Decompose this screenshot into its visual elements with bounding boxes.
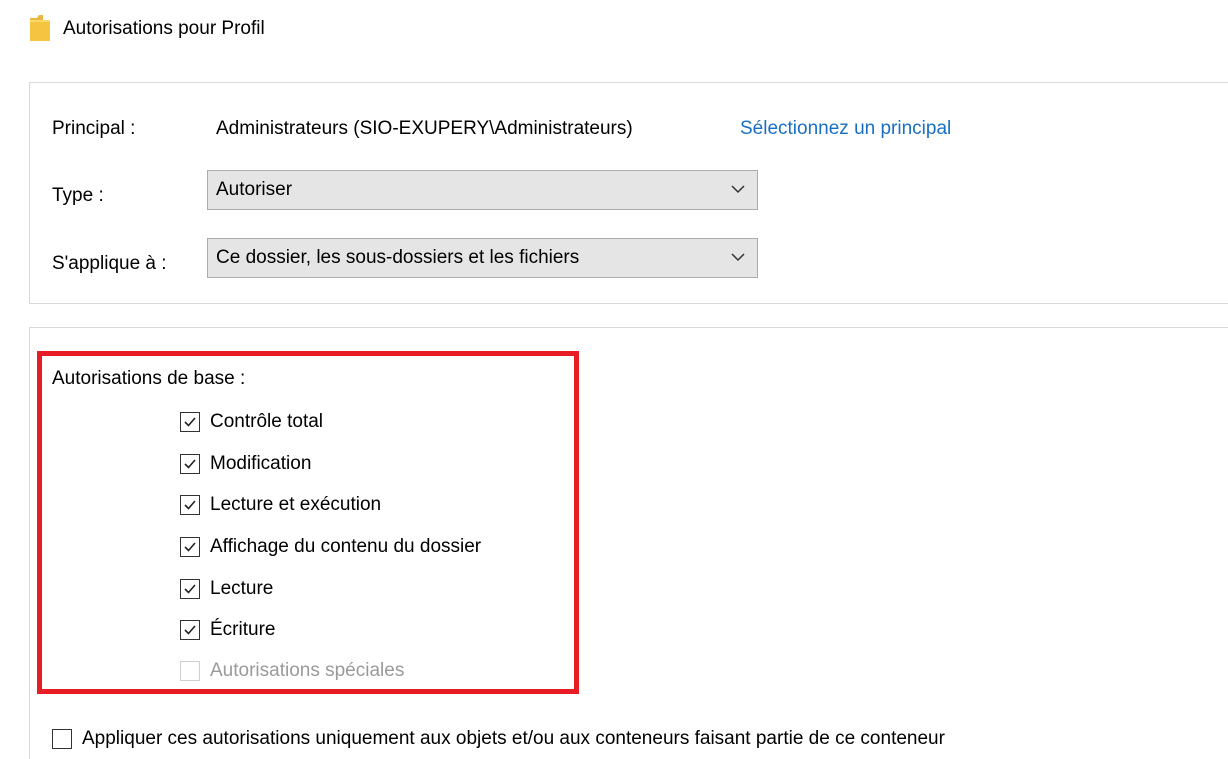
- permission-label: Lecture et exécution: [210, 494, 382, 515]
- checkmark-icon: [184, 500, 196, 510]
- select-principal-link[interactable]: Sélectionnez un principal: [740, 117, 951, 141]
- chevron-down-icon: [731, 185, 745, 194]
- checkbox[interactable]: [180, 454, 200, 474]
- checkbox[interactable]: [180, 537, 200, 557]
- folder-icon: [30, 15, 50, 41]
- applies-to-selected-value: Ce dossier, les sous-dossiers et les fic…: [216, 247, 580, 268]
- checkbox[interactable]: [180, 495, 200, 515]
- checkbox[interactable]: [180, 412, 200, 432]
- basic-permissions-label: Autorisations de base :: [52, 368, 246, 389]
- permission-label: Autorisations spéciales: [210, 660, 405, 681]
- checkmark-icon: [184, 417, 196, 427]
- principal-value: Administrateurs (SIO-EXUPERY\Administrat…: [216, 118, 633, 139]
- permission-label: Contrôle total: [210, 411, 324, 432]
- checkmark-icon: [184, 584, 196, 594]
- type-label: Type :: [52, 185, 104, 206]
- permission-label: Lecture: [210, 578, 274, 599]
- checkbox: [180, 661, 200, 681]
- permission-label: Écriture: [210, 619, 276, 640]
- checkbox[interactable]: [180, 620, 200, 640]
- applies-to-label: S'applique à :: [52, 253, 167, 274]
- title-bar: Autorisations pour Profil: [0, 0, 1228, 60]
- apply-only-label: Appliquer ces autorisations uniquement a…: [82, 728, 945, 749]
- checkmark-icon: [184, 459, 196, 469]
- window-title: Autorisations pour Profil: [63, 18, 265, 39]
- apply-only-checkbox[interactable]: [52, 729, 72, 749]
- checkbox[interactable]: [180, 579, 200, 599]
- chevron-down-icon: [731, 253, 745, 262]
- principal-label: Principal :: [52, 118, 136, 139]
- applies-to-dropdown[interactable]: Ce dossier, les sous-dossiers et les fic…: [207, 238, 758, 278]
- checkmark-icon: [184, 542, 196, 552]
- type-selected-value: Autoriser: [216, 179, 293, 200]
- checkmark-icon: [184, 625, 196, 635]
- permission-label: Modification: [210, 453, 312, 474]
- highlight-box: [37, 351, 579, 694]
- type-dropdown[interactable]: Autoriser: [207, 170, 758, 210]
- permission-label: Affichage du contenu du dossier: [210, 536, 482, 557]
